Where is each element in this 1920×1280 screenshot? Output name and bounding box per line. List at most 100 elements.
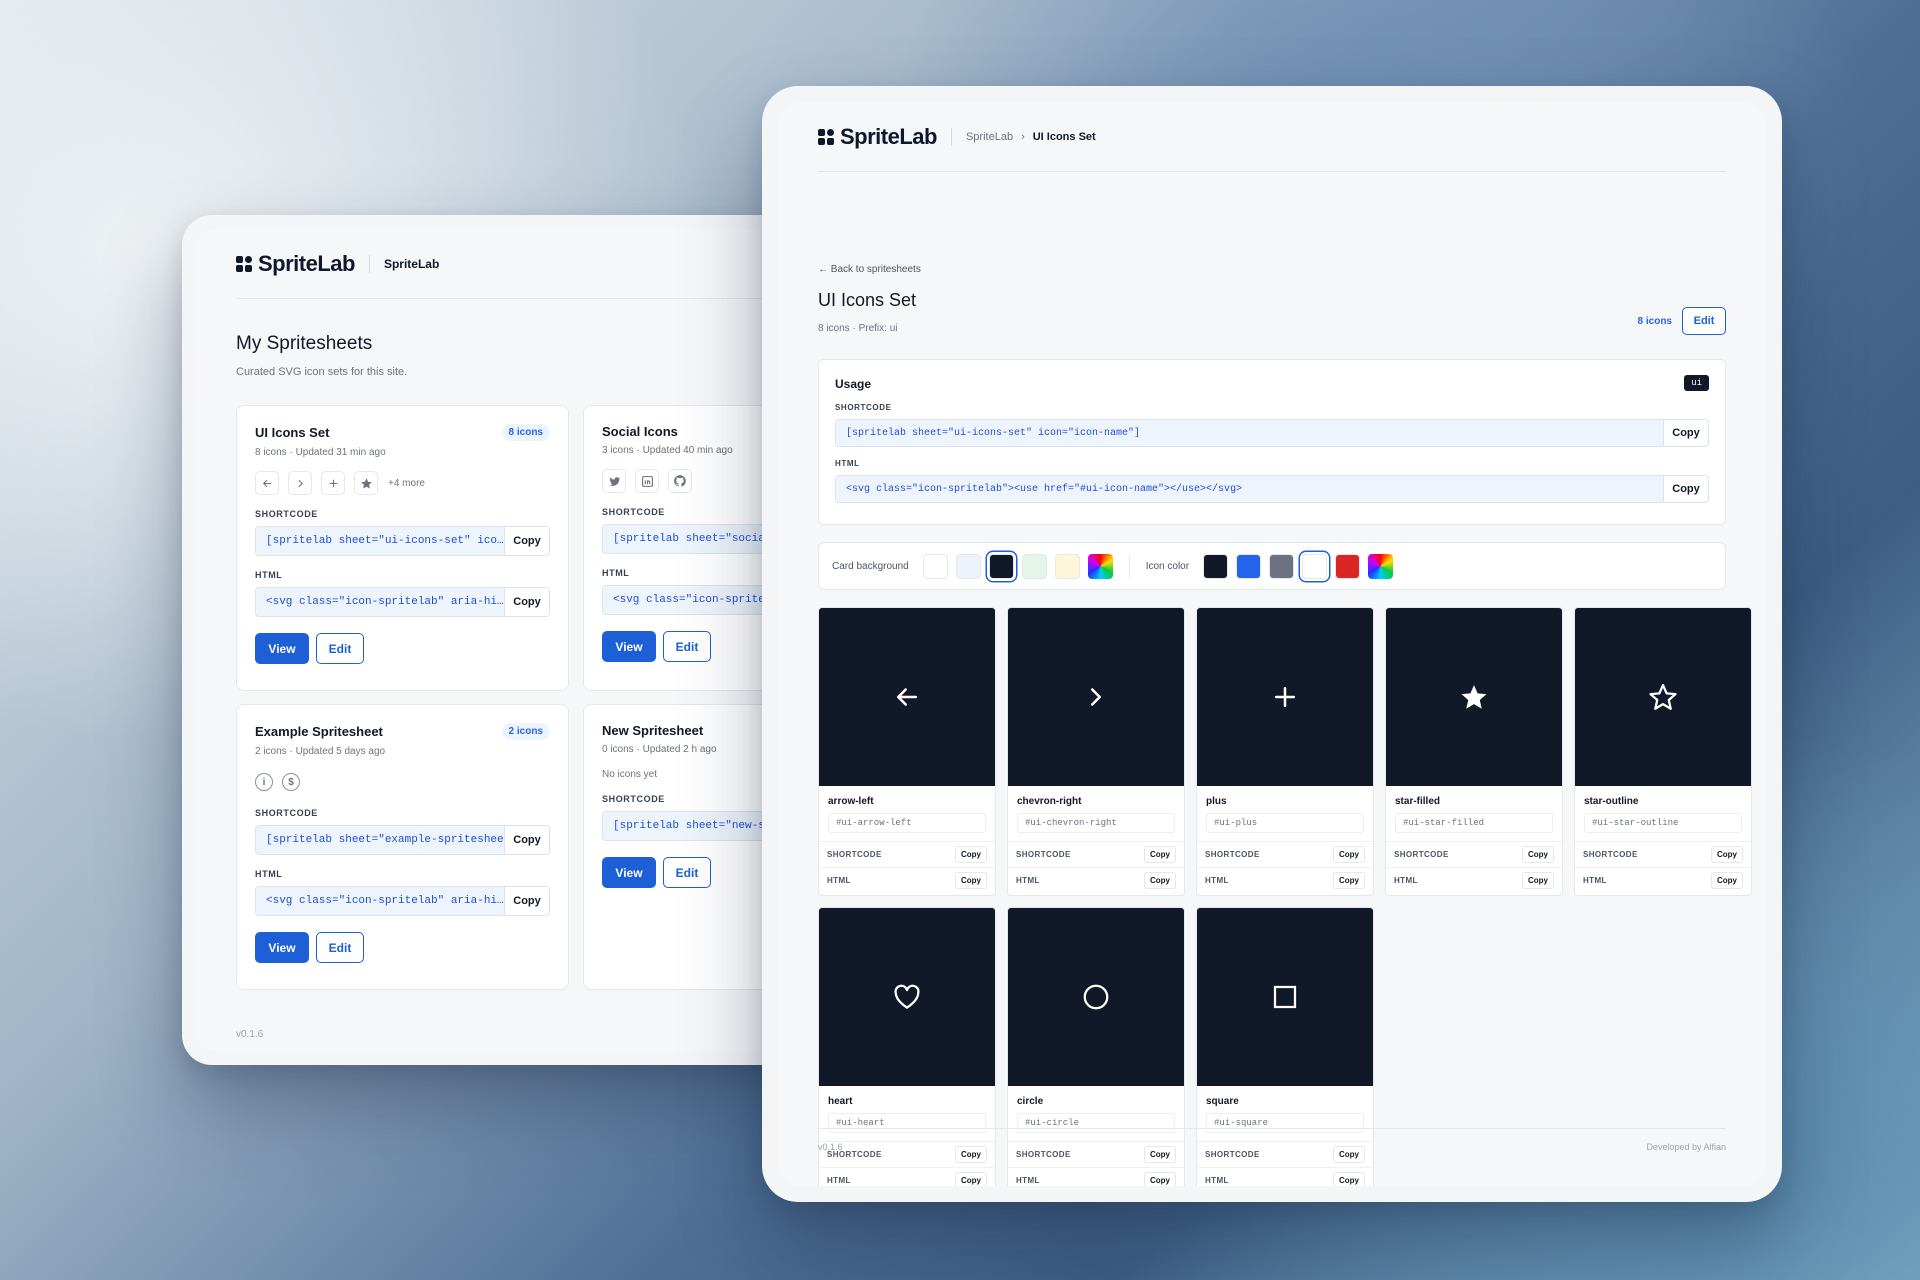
icon-tile: star-outline #ui-star-outline SHORTCODE Cop… [1574, 607, 1752, 896]
tile-html-row: HTML Copy [1197, 1167, 1373, 1186]
tile-html-row: HTML Copy [1197, 867, 1373, 893]
tile-html-row: HTML Copy [1008, 867, 1184, 893]
icon-name: chevron-right [1017, 796, 1082, 807]
tile-html-row: HTML Copy [1386, 867, 1562, 893]
copy-html-button[interactable]: Copy [955, 872, 987, 889]
copy-shortcode-button[interactable]: Copy [1144, 846, 1176, 863]
icon-id-field[interactable]: #ui-plus [1206, 813, 1364, 833]
icon-id-field[interactable]: #ui-square [1206, 1113, 1364, 1133]
icon-preview [1008, 608, 1184, 786]
icon-id-field[interactable]: #ui-star-outline [1584, 813, 1742, 833]
icon-name: circle [1017, 1096, 1044, 1107]
card-background-swatch[interactable] [1021, 553, 1047, 579]
header: SpriteLab SpriteLab › UI Icons Set [818, 102, 1726, 172]
plus-icon [321, 471, 345, 495]
card-title: UI Icons Set [255, 425, 330, 440]
circle-icon [1083, 984, 1109, 1010]
card-background-swatch[interactable] [922, 553, 948, 579]
html-value[interactable]: <svg class="icon-spritelab" aria-hi… [256, 588, 504, 616]
tile-shortcode-label: SHORTCODE [1394, 850, 1449, 859]
copy-html-button[interactable]: Copy [1522, 872, 1554, 889]
html-value[interactable]: <svg class="icon-spritelab"><use href="#… [836, 476, 1663, 502]
footer-divider [818, 1128, 1726, 1129]
breadcrumb-home[interactable]: SpriteLab [966, 131, 1013, 143]
copy-html-button[interactable]: Copy [1333, 1172, 1365, 1186]
info-icon: i [255, 773, 273, 791]
card-title: New Spritesheet [602, 723, 704, 738]
html-label: HTML [835, 459, 860, 468]
icon-color-swatch[interactable] [1335, 553, 1361, 579]
copy-html-button[interactable]: Copy [1333, 872, 1365, 889]
card-background-swatch-custom[interactable] [1087, 553, 1113, 579]
html-field: <svg class="icon-spritelab" aria-hi… Cop… [255, 886, 550, 916]
card-title: Social Icons [602, 424, 678, 439]
shortcode-value[interactable]: [spritelab sheet="example-spritesheet… [256, 826, 504, 854]
shortcode-value[interactable]: [spritelab sheet="ui-icons-set" ico… [256, 527, 504, 555]
icon-id-field[interactable]: #ui-chevron-right [1017, 813, 1175, 833]
copy-html-button[interactable]: Copy [1144, 1172, 1176, 1186]
icon-color-swatch[interactable] [1302, 553, 1328, 579]
shortcode-field: [spritelab sheet="example-spritesheet… C… [255, 825, 550, 855]
copy-shortcode-button[interactable]: Copy [504, 826, 549, 854]
edit-button[interactable]: Edit [316, 932, 364, 963]
view-button[interactable]: View [602, 631, 656, 662]
header-app-name[interactable]: SpriteLab [384, 257, 439, 271]
shortcode-label: SHORTCODE [835, 403, 892, 412]
icon-color-swatch[interactable] [1236, 553, 1262, 579]
icon-color-swatch-custom[interactable] [1368, 553, 1394, 579]
copy-shortcode-button[interactable]: Copy [504, 527, 549, 555]
back-to-spritesheets-link[interactable]: ← Back to spritesheets [818, 264, 921, 275]
copy-html-button[interactable]: Copy [1711, 872, 1743, 889]
copy-shortcode-button[interactable]: Copy [1522, 846, 1554, 863]
tile-html-row: HTML Copy [819, 1167, 995, 1186]
color-controls: Card background Icon color [818, 542, 1726, 590]
icon-tile: square #ui-square SHORTCODE Copy HTML Copy [1196, 907, 1374, 1186]
shortcode-value[interactable]: [spritelab sheet="ui-icons-set" icon="ic… [836, 420, 1663, 446]
copy-html-button[interactable]: Copy [504, 588, 549, 616]
copy-html-button[interactable]: Copy [1663, 476, 1708, 502]
copy-html-button[interactable]: Copy [955, 1172, 987, 1186]
copy-shortcode-button[interactable]: Copy [1333, 1146, 1365, 1163]
card-background-swatch[interactable] [1054, 553, 1080, 579]
copy-shortcode-button[interactable]: Copy [1333, 846, 1365, 863]
view-button[interactable]: View [602, 857, 656, 888]
copy-shortcode-button[interactable]: Copy [1663, 420, 1708, 446]
icon-preview [1575, 608, 1751, 786]
card-background-swatch[interactable] [988, 553, 1014, 579]
plus-icon [1275, 687, 1295, 707]
view-button[interactable]: View [255, 633, 309, 664]
icon-preview [819, 908, 995, 1086]
icon-color-swatch[interactable] [1269, 553, 1295, 579]
icon-count-link[interactable]: 8 icons [1638, 316, 1672, 327]
html-value[interactable]: <svg class="icon-spritelab" aria-hi… [256, 887, 504, 915]
shortcode-label: SHORTCODE [255, 509, 318, 519]
copy-shortcode-button[interactable]: Copy [955, 1146, 987, 1163]
icon-name: square [1206, 1096, 1239, 1107]
copy-shortcode-button[interactable]: Copy [1711, 846, 1743, 863]
star-outline-icon [1649, 684, 1677, 710]
copy-shortcode-button[interactable]: Copy [1144, 1146, 1176, 1163]
copy-shortcode-button[interactable]: Copy [955, 846, 987, 863]
icon-name: star-outline [1584, 796, 1639, 807]
front-window: SpriteLab SpriteLab › UI Icons Set ← Bac… [762, 86, 1782, 1202]
edit-button[interactable]: Edit [316, 633, 364, 664]
edit-button[interactable]: Edit [663, 857, 711, 888]
icon-id-field[interactable]: #ui-circle [1017, 1113, 1175, 1133]
copy-html-button[interactable]: Copy [1144, 872, 1176, 889]
tile-shortcode-row: SHORTCODE Copy [1008, 1141, 1184, 1167]
icon-color-swatch[interactable] [1203, 553, 1229, 579]
icon-id-field[interactable]: #ui-arrow-left [828, 813, 986, 833]
tile-shortcode-label: SHORTCODE [1205, 850, 1260, 859]
icon-id-field[interactable]: #ui-star-filled [1395, 813, 1553, 833]
brand-logo[interactable]: SpriteLab [236, 251, 355, 277]
edit-button[interactable]: Edit [663, 631, 711, 662]
edit-button[interactable]: Edit [1682, 307, 1726, 335]
tile-shortcode-row: SHORTCODE Copy [1008, 841, 1184, 867]
brand-logo[interactable]: SpriteLab [818, 124, 937, 150]
copy-html-button[interactable]: Copy [504, 887, 549, 915]
icon-id-field[interactable]: #ui-heart [828, 1113, 986, 1133]
view-button[interactable]: View [255, 932, 309, 963]
square-icon [1273, 985, 1297, 1009]
card-background-swatch[interactable] [955, 553, 981, 579]
linkedin-icon [635, 469, 659, 493]
